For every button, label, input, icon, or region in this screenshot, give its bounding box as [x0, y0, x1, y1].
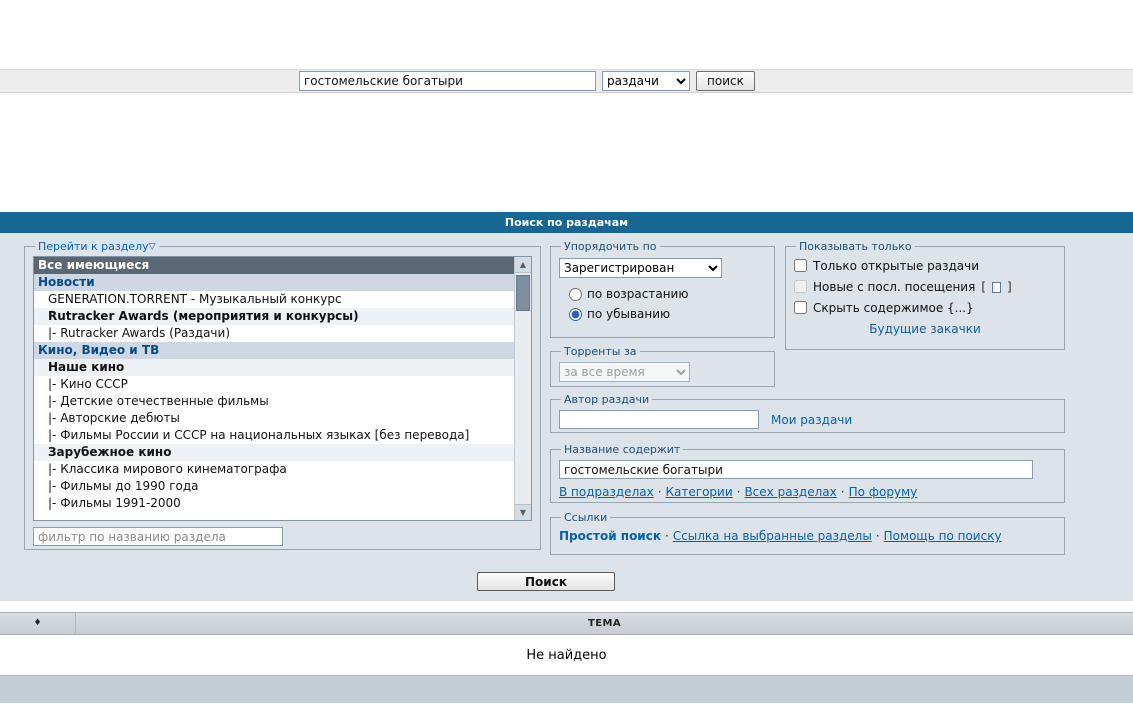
tree-option[interactable]: |- Кино СССР — [34, 376, 531, 393]
in-subforums-link[interactable]: В подразделах — [559, 485, 654, 499]
categories-link[interactable]: Категории — [666, 485, 733, 499]
tree-filter-input[interactable] — [33, 527, 283, 546]
title-contains-input[interactable] — [559, 460, 1033, 479]
link-separator: · — [657, 485, 662, 499]
search-panel: Поиск по раздачам Перейти к разделу▽ Все… — [0, 212, 1133, 601]
author-input[interactable] — [559, 410, 759, 429]
title-contains-legend: Название содержит — [564, 443, 681, 456]
new-topics-page-icon — [992, 282, 1002, 293]
new-since-visit-row[interactable]: Новые с посл. посещения [] — [794, 276, 1056, 297]
tree-option[interactable]: Все имеющиеся — [34, 257, 531, 274]
links-legend: Ссылки — [564, 511, 608, 524]
title-contains-fieldset: Название содержит В подразделах·Категори… — [550, 443, 1065, 503]
show-only-legend: Показывать только — [799, 240, 912, 253]
tree-option[interactable]: GENERATION.TORRENT - Музыкальный конкурс — [34, 291, 531, 308]
order-asc-row[interactable]: по возрастанию — [559, 284, 766, 304]
topic-column-header: ТЕМА — [588, 618, 621, 629]
my-torrents-link[interactable]: Мои раздачи — [771, 413, 852, 427]
link-separator: · — [664, 529, 669, 543]
tree-option[interactable]: Кино, Видео и ТВ — [34, 342, 531, 359]
tree-option[interactable]: |- Фильмы 1991-2000 — [34, 495, 531, 512]
torrents-for-fieldset: Торренты за за все время — [550, 345, 775, 387]
tree-option[interactable]: |- Классика мирового кинематографа — [34, 461, 531, 478]
tree-option[interactable]: |- Фильмы России и СССР на национальных … — [34, 427, 531, 444]
author-row: Мои раздачи — [559, 410, 1056, 429]
new-since-visit-label[interactable]: Новые с посл. посещения — [813, 280, 975, 294]
tree-option[interactable]: Rutracker Awards (мероприятия и конкурсы… — [34, 308, 531, 325]
order-desc-label[interactable]: по убыванию — [587, 307, 670, 321]
tree-filter-icon: ▽ — [148, 242, 156, 252]
order-desc-row[interactable]: по убыванию — [559, 304, 766, 324]
jump-to-section-label[interactable]: Перейти к разделу — [38, 240, 149, 253]
torrents-for-legend: Торренты за — [564, 345, 637, 358]
link-separator: · — [840, 485, 845, 499]
order-by-fieldset: Упорядочить по Зарегистрирован по возрас… — [550, 240, 775, 338]
forum-tree-list[interactable]: Все имеющиеся Новости GENERATION.TORRENT… — [33, 256, 532, 521]
no-results-message: Не найдено — [0, 636, 1133, 675]
forum-tree-fieldset: Перейти к разделу▽ Все имеющиеся Новости… — [24, 240, 541, 550]
links-row: Простой поиск · Ссылка на выбранные раздел… — [559, 529, 1056, 543]
title-scope-links: В подразделах · Категории · Всех разделах · По… — [559, 485, 1056, 499]
quick-search-input[interactable] — [299, 71, 596, 91]
tree-option[interactable]: |- Детские отечественные фильмы — [34, 393, 531, 410]
torrents-for-select[interactable]: за все время — [559, 362, 690, 382]
all-sections-link[interactable]: Всех разделах — [744, 485, 836, 499]
tree-option[interactable]: Наше кино — [34, 359, 531, 376]
results-header-row: ♦ ТЕМА — [0, 612, 1133, 635]
bracket-open: [ — [981, 279, 987, 294]
scroll-down-icon[interactable]: ▼ — [515, 504, 531, 520]
tree-option[interactable]: Новости — [34, 274, 531, 291]
link-separator: · — [736, 485, 741, 499]
new-since-visit-checkbox[interactable] — [794, 280, 807, 293]
hide-contents-label[interactable]: Скрыть содержимое {...} — [813, 301, 974, 315]
order-by-legend: Упорядочить по — [564, 240, 657, 253]
only-open-checkbox[interactable] — [794, 259, 807, 272]
links-fieldset: Ссылки Простой поиск · Ссылка на выбранные… — [550, 511, 1065, 555]
bracket-close: ] — [1007, 279, 1012, 294]
quick-search-button[interactable]: поиск — [696, 71, 755, 91]
simple-search-link[interactable]: Простой поиск — [559, 529, 661, 543]
tree-option[interactable]: |- Фильмы до 1990 года — [34, 478, 531, 495]
sort-toggle-icon[interactable]: ♦ — [0, 613, 76, 634]
only-open-row[interactable]: Только открытые раздачи — [794, 255, 1056, 276]
only-open-label[interactable]: Только открытые раздачи — [813, 259, 979, 273]
selected-sections-link[interactable]: Ссылка на выбранные разделы — [673, 529, 872, 543]
panel-title: Поиск по раздачам — [0, 212, 1133, 233]
tree-option[interactable]: |- Авторские дебюты — [34, 410, 531, 427]
show-only-fieldset: Показывать только Только открытые раздач… — [785, 240, 1065, 350]
tree-option[interactable]: |- Rutracker Awards (Раздачи) — [34, 325, 531, 342]
quick-search-scope-select[interactable]: раздачи — [602, 71, 690, 91]
quick-search-controls: раздачи поиск — [0, 70, 1133, 91]
order-desc-radio[interactable] — [569, 307, 582, 321]
order-asc-radio[interactable] — [569, 287, 582, 301]
footer-bar — [0, 675, 1133, 703]
order-by-select[interactable]: Зарегистрирован — [559, 258, 722, 278]
author-legend: Автор раздачи — [564, 393, 650, 406]
order-asc-label[interactable]: по возрастанию — [587, 287, 688, 301]
future-downloads-link[interactable]: Будущие закачки — [794, 322, 1056, 336]
by-forum-link[interactable]: По форуму — [849, 485, 918, 499]
search-help-link[interactable]: Помощь по поиску — [884, 529, 1002, 543]
author-fieldset: Автор раздачи Мои раздачи — [550, 393, 1065, 433]
hide-contents-checkbox[interactable] — [794, 301, 807, 314]
hide-contents-row[interactable]: Скрыть содержимое {...} — [794, 297, 1056, 318]
search-form: Перейти к разделу▽ Все имеющиеся Новости… — [0, 233, 1133, 601]
scroll-thumb[interactable] — [516, 275, 530, 311]
jump-to-section-link[interactable]: Перейти к разделу▽ — [35, 240, 159, 253]
tree-option[interactable]: Зарубежное кино — [34, 444, 531, 461]
scroll-up-icon[interactable]: ▲ — [515, 257, 531, 273]
tree-scrollbar[interactable]: ▲ ▼ — [514, 257, 531, 520]
search-submit-button[interactable]: Поиск — [477, 572, 615, 591]
quick-search-bar: раздачи поиск — [0, 69, 1133, 93]
link-separator: · — [875, 529, 880, 543]
